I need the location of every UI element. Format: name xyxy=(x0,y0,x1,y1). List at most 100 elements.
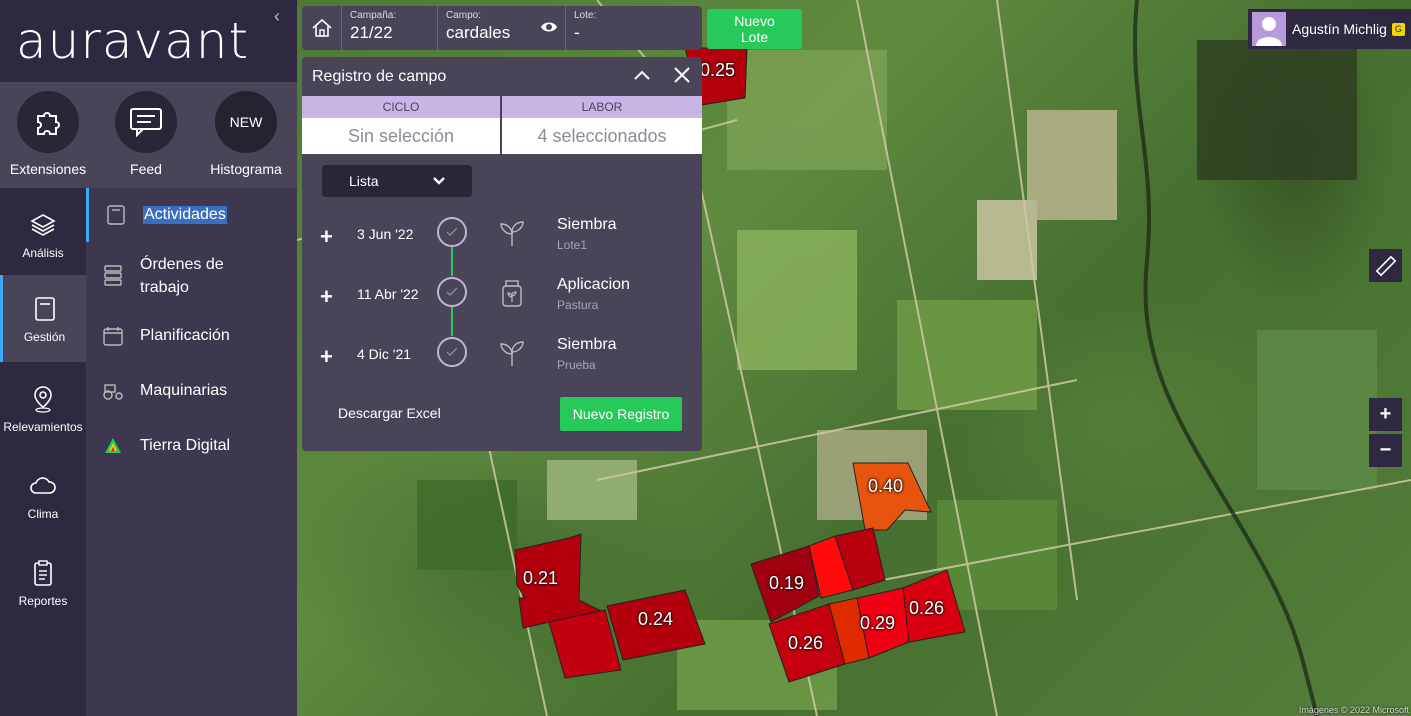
nav-gestion[interactable]: Gestión xyxy=(0,275,86,362)
clipboard-icon xyxy=(0,558,86,588)
ciclo-filter[interactable]: CICLO Sin selección xyxy=(302,96,500,154)
zoom-out-button[interactable]: − xyxy=(1369,434,1402,467)
notebook-icon xyxy=(3,294,86,324)
panel-header: Registro de campo xyxy=(302,57,702,96)
entry-title: Siembra xyxy=(557,336,617,353)
ciclo-label: CICLO xyxy=(302,96,500,118)
nav-clima-label: Clima xyxy=(27,507,59,521)
layers-icon xyxy=(0,210,86,240)
collapse-sidebar-icon[interactable]: ‹ xyxy=(274,6,280,27)
home-button[interactable] xyxy=(302,6,342,50)
campana-value: 21/22 xyxy=(350,23,393,42)
submenu-actividades[interactable]: Actividades xyxy=(86,188,297,242)
histogram-label: Histograma xyxy=(210,161,282,177)
view-mode-dropdown[interactable]: Lista xyxy=(322,165,472,197)
new-lote-label-line1: Nuevo xyxy=(734,13,775,29)
jar-icon xyxy=(497,278,527,313)
notebook-icon xyxy=(89,205,143,225)
labor-label: LABOR xyxy=(502,96,702,118)
labor-filter[interactable]: LABOR 4 seleccionados xyxy=(502,96,702,154)
entry-date: 3 Jun '22 xyxy=(357,226,414,242)
lot-value-label: 0.40 xyxy=(868,476,904,496)
lote-label: Lote: xyxy=(574,10,597,21)
auravant-logo[interactable]: auravant xyxy=(16,12,249,70)
entry-subtitle: Prueba xyxy=(557,358,596,372)
extensions-label: Extensiones xyxy=(9,161,87,177)
timeline-entry[interactable]: + 3 Jun '22 Siembra Lote1 xyxy=(302,216,702,256)
extensions-button[interactable]: Extensiones xyxy=(0,91,96,177)
entry-date: 4 Dic '21 xyxy=(357,346,412,362)
calendar-icon xyxy=(86,326,140,346)
sprout-icon xyxy=(497,218,527,253)
context-bar: Campaña: 21/22 Campo: cardales Lote: - xyxy=(302,6,702,50)
submenu-maquinarias-label: Maquinarias xyxy=(140,382,228,399)
new-lote-button[interactable]: Nuevo Lote xyxy=(707,9,802,49)
feed-button[interactable]: Feed xyxy=(98,91,194,177)
expand-plus-icon[interactable]: + xyxy=(320,284,333,310)
histogram-button[interactable]: NEW Histograma xyxy=(198,91,294,177)
view-mode-value: Lista xyxy=(349,173,379,189)
collapse-panel-icon[interactable] xyxy=(632,65,652,90)
cloud-icon xyxy=(0,471,86,501)
lot-value-label: 0.25 xyxy=(700,60,736,80)
submenu-tierra-digital-label: Tierra Digital xyxy=(140,437,231,454)
timeline-entry[interactable]: + 4 Dic '21 Siembra Prueba xyxy=(302,336,702,376)
nav-analisis[interactable]: Análisis xyxy=(0,210,86,260)
submenu-maquinarias[interactable]: Maquinarias xyxy=(86,379,297,403)
nav-relevamientos-label: Relevamientos xyxy=(3,420,83,434)
entry-title: Siembra xyxy=(557,216,617,233)
check-icon xyxy=(437,337,467,367)
entry-subtitle: Lote1 xyxy=(557,238,588,252)
nav-reportes[interactable]: Reportes xyxy=(0,558,86,608)
panel-title: Registro de campo xyxy=(312,67,447,85)
quick-actions: Extensiones Feed NEW Histograma xyxy=(0,82,297,188)
zoom-in-button[interactable]: + xyxy=(1369,398,1402,431)
expand-plus-icon[interactable]: + xyxy=(320,344,333,370)
close-icon[interactable] xyxy=(672,65,692,90)
submenu-planificacion-label: Planificación xyxy=(140,327,230,344)
user-name: Agustín Michlig xyxy=(1292,21,1387,37)
avatar xyxy=(1252,12,1286,46)
message-icon xyxy=(115,91,177,153)
check-icon xyxy=(437,277,467,307)
new-record-button[interactable]: Nuevo Registro xyxy=(560,397,682,431)
campana-label: Campaña: xyxy=(350,10,397,21)
labor-value: 4 seleccionados xyxy=(502,118,702,154)
lote-value: - xyxy=(574,23,580,42)
entry-subtitle: Pastura xyxy=(557,298,599,312)
map-pin-icon xyxy=(0,384,86,414)
download-excel-link[interactable]: Descargar Excel xyxy=(338,405,441,421)
entry-date: 11 Abr '22 xyxy=(357,286,419,302)
nav-analisis-label: Análisis xyxy=(22,246,64,260)
campo-selector[interactable]: Campo: cardales xyxy=(438,6,566,50)
ciclo-value: Sin selección xyxy=(302,118,500,154)
timeline-entry[interactable]: + 11 Abr '22 Aplicacion Pastura xyxy=(302,276,702,316)
submenu-planificacion[interactable]: Planificación xyxy=(86,324,297,348)
main-nav-rail: Análisis Gestión Relevamientos Clima Rep… xyxy=(0,188,86,716)
entry-title: Aplicacion xyxy=(557,276,630,293)
submenu-actividades-label: Actividades xyxy=(143,206,227,224)
ruler-icon xyxy=(1375,255,1396,276)
registro-de-campo-panel: Registro de campo CICLO Sin selección LA… xyxy=(302,57,702,451)
lot-value-label: 0.19 xyxy=(769,573,805,593)
nav-clima[interactable]: Clima xyxy=(0,471,86,521)
chevron-down-icon xyxy=(432,165,446,197)
map-attribution: Imágenes © 2022 Microsoft xyxy=(1298,705,1409,715)
ruler-button[interactable] xyxy=(1369,249,1402,282)
submenu-tierra-digital[interactable]: Tierra Digital xyxy=(86,434,297,458)
expand-plus-icon[interactable]: + xyxy=(320,224,333,250)
campana-selector[interactable]: Campaña: 21/22 xyxy=(342,6,438,50)
filters: CICLO Sin selección LABOR 4 seleccionado… xyxy=(302,96,702,154)
gestion-submenu: Actividades Órdenes de trabajo Planifica… xyxy=(86,188,297,716)
user-menu[interactable]: Agustín Michlig G xyxy=(1248,9,1411,49)
nav-reportes-label: Reportes xyxy=(18,594,68,608)
new-lote-label-line2: Lote xyxy=(740,29,769,45)
lote-selector[interactable]: Lote: - xyxy=(566,6,702,50)
submenu-ordenes[interactable]: Órdenes de trabajo xyxy=(86,252,297,300)
lot-value-label: 0.24 xyxy=(638,609,674,629)
eye-icon[interactable] xyxy=(540,20,558,39)
feed-label: Feed xyxy=(130,161,162,177)
nav-gestion-label: Gestión xyxy=(23,330,66,344)
nav-relevamientos[interactable]: Relevamientos xyxy=(0,384,86,434)
sidebar: auravant ‹ Extensiones Feed NEW Histogra… xyxy=(0,0,297,716)
